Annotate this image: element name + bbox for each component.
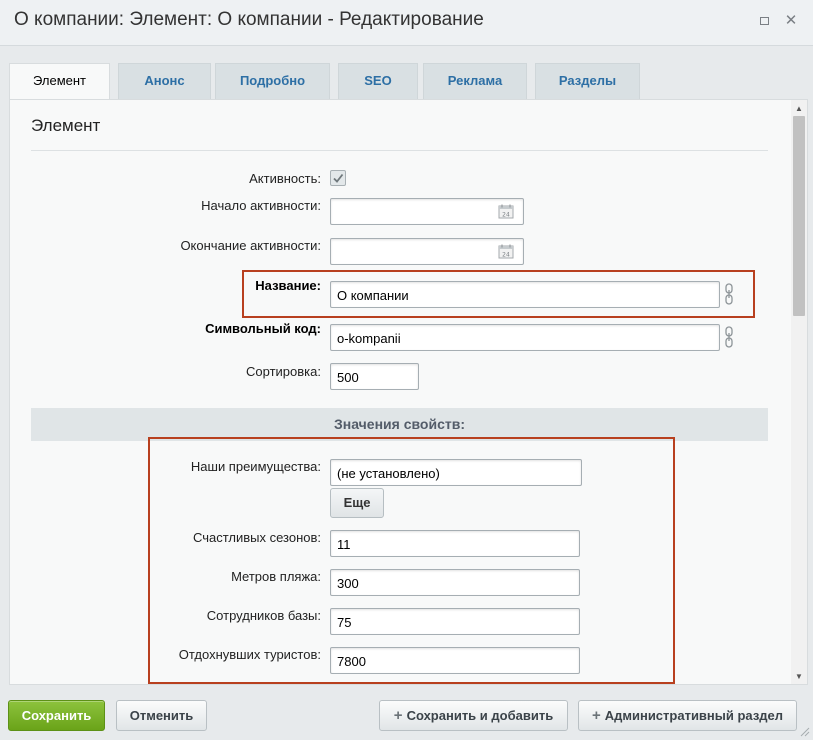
- sort-label: Сортировка:: [246, 364, 321, 379]
- form-panel: Элемент Активность: Начало активности: 2…: [9, 99, 808, 685]
- name-field[interactable]: О компании: [330, 281, 720, 308]
- tab-details[interactable]: Подробно: [215, 63, 330, 99]
- scrollbar-thumb[interactable]: [793, 116, 805, 316]
- calendar-icon[interactable]: 24: [498, 244, 514, 259]
- plus-icon: +: [591, 707, 601, 724]
- save-and-add-button[interactable]: + Сохранить и добавить: [379, 700, 568, 731]
- link-icon[interactable]: [723, 283, 735, 305]
- code-label: Символьный код:: [205, 321, 321, 336]
- active-label: Активность:: [249, 171, 321, 186]
- tab-ads[interactable]: Реклама: [423, 63, 527, 99]
- admin-section-label: Административный раздел: [604, 708, 784, 723]
- seasons-field[interactable]: 11: [330, 530, 580, 557]
- active-to-label: Окончание активности:: [180, 238, 321, 253]
- name-label: Название:: [255, 278, 321, 293]
- scroll-up-icon[interactable]: ▲: [791, 102, 807, 116]
- save-and-add-label: Сохранить и добавить: [406, 708, 554, 723]
- more-button[interactable]: Еще: [330, 488, 384, 518]
- tab-announce[interactable]: Анонс: [118, 63, 211, 99]
- cancel-button[interactable]: Отменить: [116, 700, 207, 731]
- code-field[interactable]: o-kompanii: [330, 324, 720, 351]
- resize-grip-icon[interactable]: [800, 727, 810, 737]
- seasons-label: Счастливых сезонов:: [192, 530, 321, 545]
- svg-text:24: 24: [502, 252, 510, 259]
- close-icon[interactable]: ✕: [782, 12, 800, 30]
- tourists-label: Отдохнувших туристов:: [178, 647, 321, 662]
- active-from-label: Начало активности:: [201, 198, 321, 213]
- vertical-scrollbar[interactable]: ▲ ▼: [791, 100, 807, 684]
- tab-element[interactable]: Элемент: [9, 63, 110, 100]
- tab-sections[interactable]: Разделы: [535, 63, 640, 99]
- section-divider: [31, 150, 768, 151]
- tourists-field[interactable]: 7800: [330, 647, 580, 674]
- staff-label: Сотрудников базы:: [206, 608, 321, 623]
- calendar-icon[interactable]: 24: [498, 204, 514, 219]
- advantages-label: Наши преимущества:: [190, 459, 321, 474]
- link-icon[interactable]: [723, 326, 735, 348]
- check-icon: [333, 173, 344, 183]
- footer-bar: Сохранить Отменить + Сохранить и добавить…: [0, 690, 813, 740]
- section-title: Элемент: [31, 116, 101, 135]
- sort-field[interactable]: 500: [330, 363, 419, 390]
- active-from-field[interactable]: [330, 198, 524, 225]
- plus-icon: +: [393, 707, 403, 724]
- scroll-down-icon[interactable]: ▼: [791, 670, 807, 684]
- beach-label: Метров пляжа:: [231, 569, 321, 584]
- window-titlebar: О компании: Элемент: О компании - Редакт…: [0, 0, 813, 46]
- tab-seo[interactable]: SEO: [338, 63, 418, 99]
- active-to-field[interactable]: [330, 238, 524, 265]
- staff-field[interactable]: 75: [330, 608, 580, 635]
- active-checkbox[interactable]: [330, 170, 346, 186]
- save-button[interactable]: Сохранить: [8, 700, 105, 731]
- maximize-icon[interactable]: [755, 12, 773, 30]
- advantages-field[interactable]: (не установлено): [330, 459, 582, 486]
- admin-section-button[interactable]: + Административный раздел: [578, 700, 797, 731]
- svg-text:24: 24: [502, 212, 510, 219]
- beach-field[interactable]: 300: [330, 569, 580, 596]
- window-title: О компании: Элемент: О компании - Редакт…: [14, 9, 484, 30]
